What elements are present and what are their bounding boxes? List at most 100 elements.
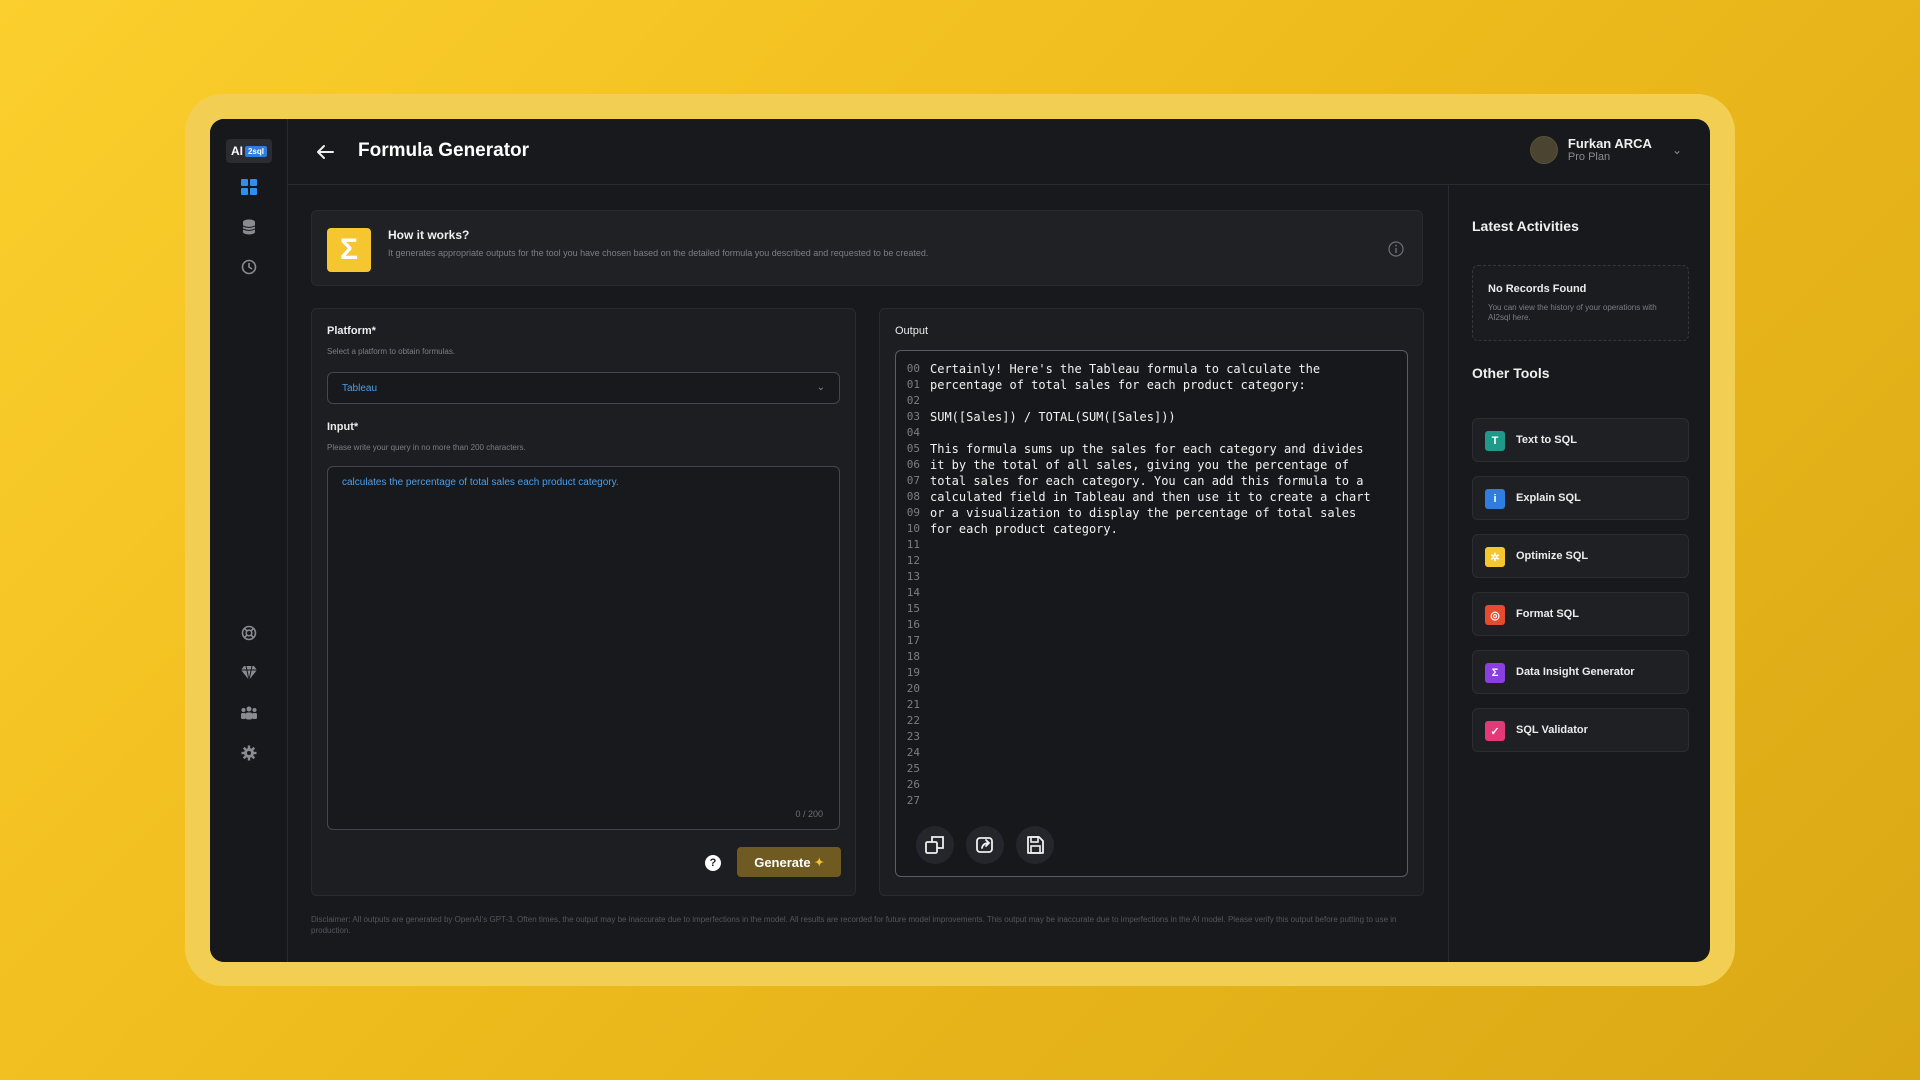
code-line: 12 bbox=[896, 553, 1371, 569]
line-number: 20 bbox=[906, 682, 920, 695]
code-line: 20 bbox=[896, 681, 1371, 697]
tool-explain-sql[interactable]: i Explain SQL bbox=[1472, 476, 1689, 520]
line-number: 26 bbox=[906, 778, 920, 791]
help-icon[interactable]: ? bbox=[705, 855, 721, 871]
support-icon[interactable] bbox=[237, 621, 261, 645]
platform-label: Platform* bbox=[327, 325, 376, 337]
disclaimer: Disclaimer: All outputs are generated by… bbox=[311, 915, 1397, 935]
code-line: 05 This formula sums up the sales for eac… bbox=[896, 441, 1371, 457]
line-number: 08 bbox=[906, 490, 920, 503]
generate-button[interactable]: Generate ✦ bbox=[737, 847, 841, 877]
code-line: 08 calculated field in Tableau and then u… bbox=[896, 489, 1371, 505]
code-line: 06 it by the total of all sales, giving y… bbox=[896, 457, 1371, 473]
code-line: 02 bbox=[896, 393, 1371, 409]
team-icon[interactable] bbox=[237, 701, 261, 725]
tool-icon: ✲ bbox=[1485, 547, 1505, 567]
history-icon[interactable] bbox=[237, 255, 261, 279]
code-line: 04 bbox=[896, 425, 1371, 441]
line-number: 03 bbox=[906, 410, 920, 423]
code-line: 22 bbox=[896, 713, 1371, 729]
line-number: 02 bbox=[906, 394, 920, 407]
copy-icon[interactable] bbox=[916, 826, 954, 864]
line-number: 15 bbox=[906, 602, 920, 615]
tool-text-to-sql[interactable]: T Text to SQL bbox=[1472, 418, 1689, 462]
line-number: 17 bbox=[906, 634, 920, 647]
info-icon[interactable] bbox=[1388, 241, 1404, 257]
latest-activities-title: Latest Activities bbox=[1472, 218, 1579, 234]
line-number: 13 bbox=[906, 570, 920, 583]
user-menu[interactable]: Furkan ARCA Pro Plan ⌄ bbox=[1529, 136, 1682, 164]
code-text: This formula sums up the sales for each … bbox=[930, 442, 1364, 456]
tool-label: Explain SQL bbox=[1516, 492, 1581, 504]
share-icon[interactable] bbox=[966, 826, 1004, 864]
save-icon[interactable] bbox=[1016, 826, 1054, 864]
query-input-value: calculates the percentage of total sales… bbox=[342, 477, 619, 488]
dashboard-icon[interactable] bbox=[237, 175, 261, 199]
line-number: 11 bbox=[906, 538, 920, 551]
query-input[interactable]: calculates the percentage of total sales… bbox=[327, 466, 840, 830]
tool-label: Optimize SQL bbox=[1516, 550, 1589, 562]
line-number: 12 bbox=[906, 554, 920, 567]
output-code: 00 Certainly! Here's the Tableau formula … bbox=[896, 361, 1371, 809]
line-number: 01 bbox=[906, 378, 920, 391]
user-plan: Pro Plan bbox=[1567, 151, 1611, 163]
output-actions bbox=[916, 826, 1054, 864]
tool-icon: ✓ bbox=[1485, 721, 1505, 741]
code-text: total sales for each category. You can a… bbox=[930, 474, 1364, 488]
page-title: Formula Generator bbox=[358, 140, 530, 161]
code-text: for each product category. bbox=[930, 522, 1118, 536]
code-line: 25 bbox=[896, 761, 1371, 777]
code-line: 15 bbox=[896, 601, 1371, 617]
code-line: 23 bbox=[896, 729, 1371, 745]
chevron-down-icon: ⌄ bbox=[816, 382, 825, 393]
line-number: 19 bbox=[906, 666, 920, 679]
back-arrow-icon[interactable] bbox=[312, 139, 338, 165]
output-code-box[interactable]: 00 Certainly! Here's the Tableau formula … bbox=[895, 350, 1408, 877]
code-text: Certainly! Here's the Tableau formula to… bbox=[930, 362, 1321, 376]
generate-button-label: Generate bbox=[754, 854, 811, 870]
code-line: 13 bbox=[896, 569, 1371, 585]
code-text: percentage of total sales for each produ… bbox=[930, 378, 1306, 392]
input-hint: Please write your query in no more than … bbox=[327, 443, 526, 452]
platform-hint: Select a platform to obtain formulas. bbox=[327, 347, 456, 356]
sigma-icon: Σ bbox=[327, 228, 371, 272]
line-number: 24 bbox=[906, 746, 920, 759]
line-number: 10 bbox=[906, 522, 920, 535]
code-line: 09 or a visualization to display the perc… bbox=[896, 505, 1371, 521]
diamond-icon[interactable] bbox=[237, 661, 261, 685]
chevron-down-icon[interactable]: ⌄ bbox=[1672, 143, 1682, 157]
database-icon[interactable] bbox=[237, 215, 261, 239]
code-line: 16 bbox=[896, 617, 1371, 633]
line-number: 21 bbox=[906, 698, 920, 711]
code-line: 19 bbox=[896, 665, 1371, 681]
tool-format-sql[interactable]: ◎ Format SQL bbox=[1472, 592, 1689, 636]
line-number: 22 bbox=[906, 714, 920, 727]
code-line: 24 bbox=[896, 745, 1371, 761]
user-name: Furkan ARCA bbox=[1567, 136, 1652, 151]
platform-select-value: Tableau bbox=[342, 383, 378, 394]
tool-icon: Σ bbox=[1485, 663, 1505, 683]
code-line: 14 bbox=[896, 585, 1371, 601]
tool-label: Data Insight Generator bbox=[1516, 666, 1635, 678]
platform-select[interactable]: Tableau ⌄ bbox=[327, 372, 840, 404]
how-it-works-card: Σ How it works? It generates appropriate… bbox=[311, 210, 1423, 286]
line-number: 25 bbox=[906, 762, 920, 775]
tool-data-insight-generator[interactable]: Σ Data Insight Generator bbox=[1472, 650, 1689, 694]
character-counter: 0 / 200 bbox=[795, 809, 823, 819]
app-logo[interactable]: AI 2sql bbox=[226, 139, 272, 163]
line-number: 14 bbox=[906, 586, 920, 599]
code-line: 10 for each product category. bbox=[896, 521, 1371, 537]
code-line: 21 bbox=[896, 697, 1371, 713]
tool-optimize-sql[interactable]: ✲ Optimize SQL bbox=[1472, 534, 1689, 578]
code-line: 27 bbox=[896, 793, 1371, 809]
code-line: 26 bbox=[896, 777, 1371, 793]
line-number: 23 bbox=[906, 730, 920, 743]
settings-icon[interactable] bbox=[237, 741, 261, 765]
code-line: 11 bbox=[896, 537, 1371, 553]
app-window: AI 2sql Formula Generator Furkan ARCA Pr… bbox=[210, 119, 1710, 962]
sparkle-icon: ✦ bbox=[814, 856, 824, 869]
line-number: 04 bbox=[906, 426, 920, 439]
right-sidebar: Latest Activities No Records Found You c… bbox=[1448, 185, 1710, 962]
sidebar: AI 2sql bbox=[210, 119, 288, 962]
tool-sql-validator[interactable]: ✓ SQL Validator bbox=[1472, 708, 1689, 752]
